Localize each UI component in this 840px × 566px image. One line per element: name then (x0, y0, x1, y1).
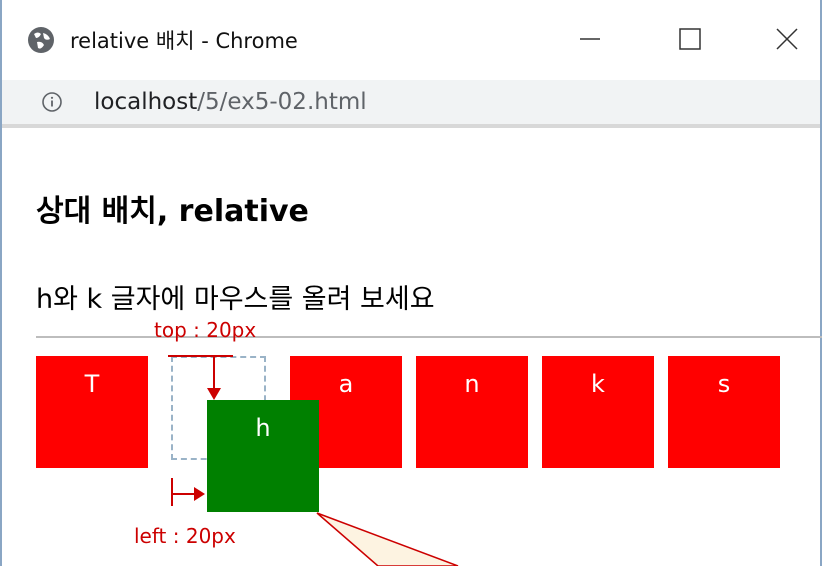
left-arrow-head (194, 487, 205, 501)
annotation-overlay (168, 355, 459, 566)
callout-pointer (316, 512, 459, 566)
top-arrow-head (207, 388, 221, 400)
